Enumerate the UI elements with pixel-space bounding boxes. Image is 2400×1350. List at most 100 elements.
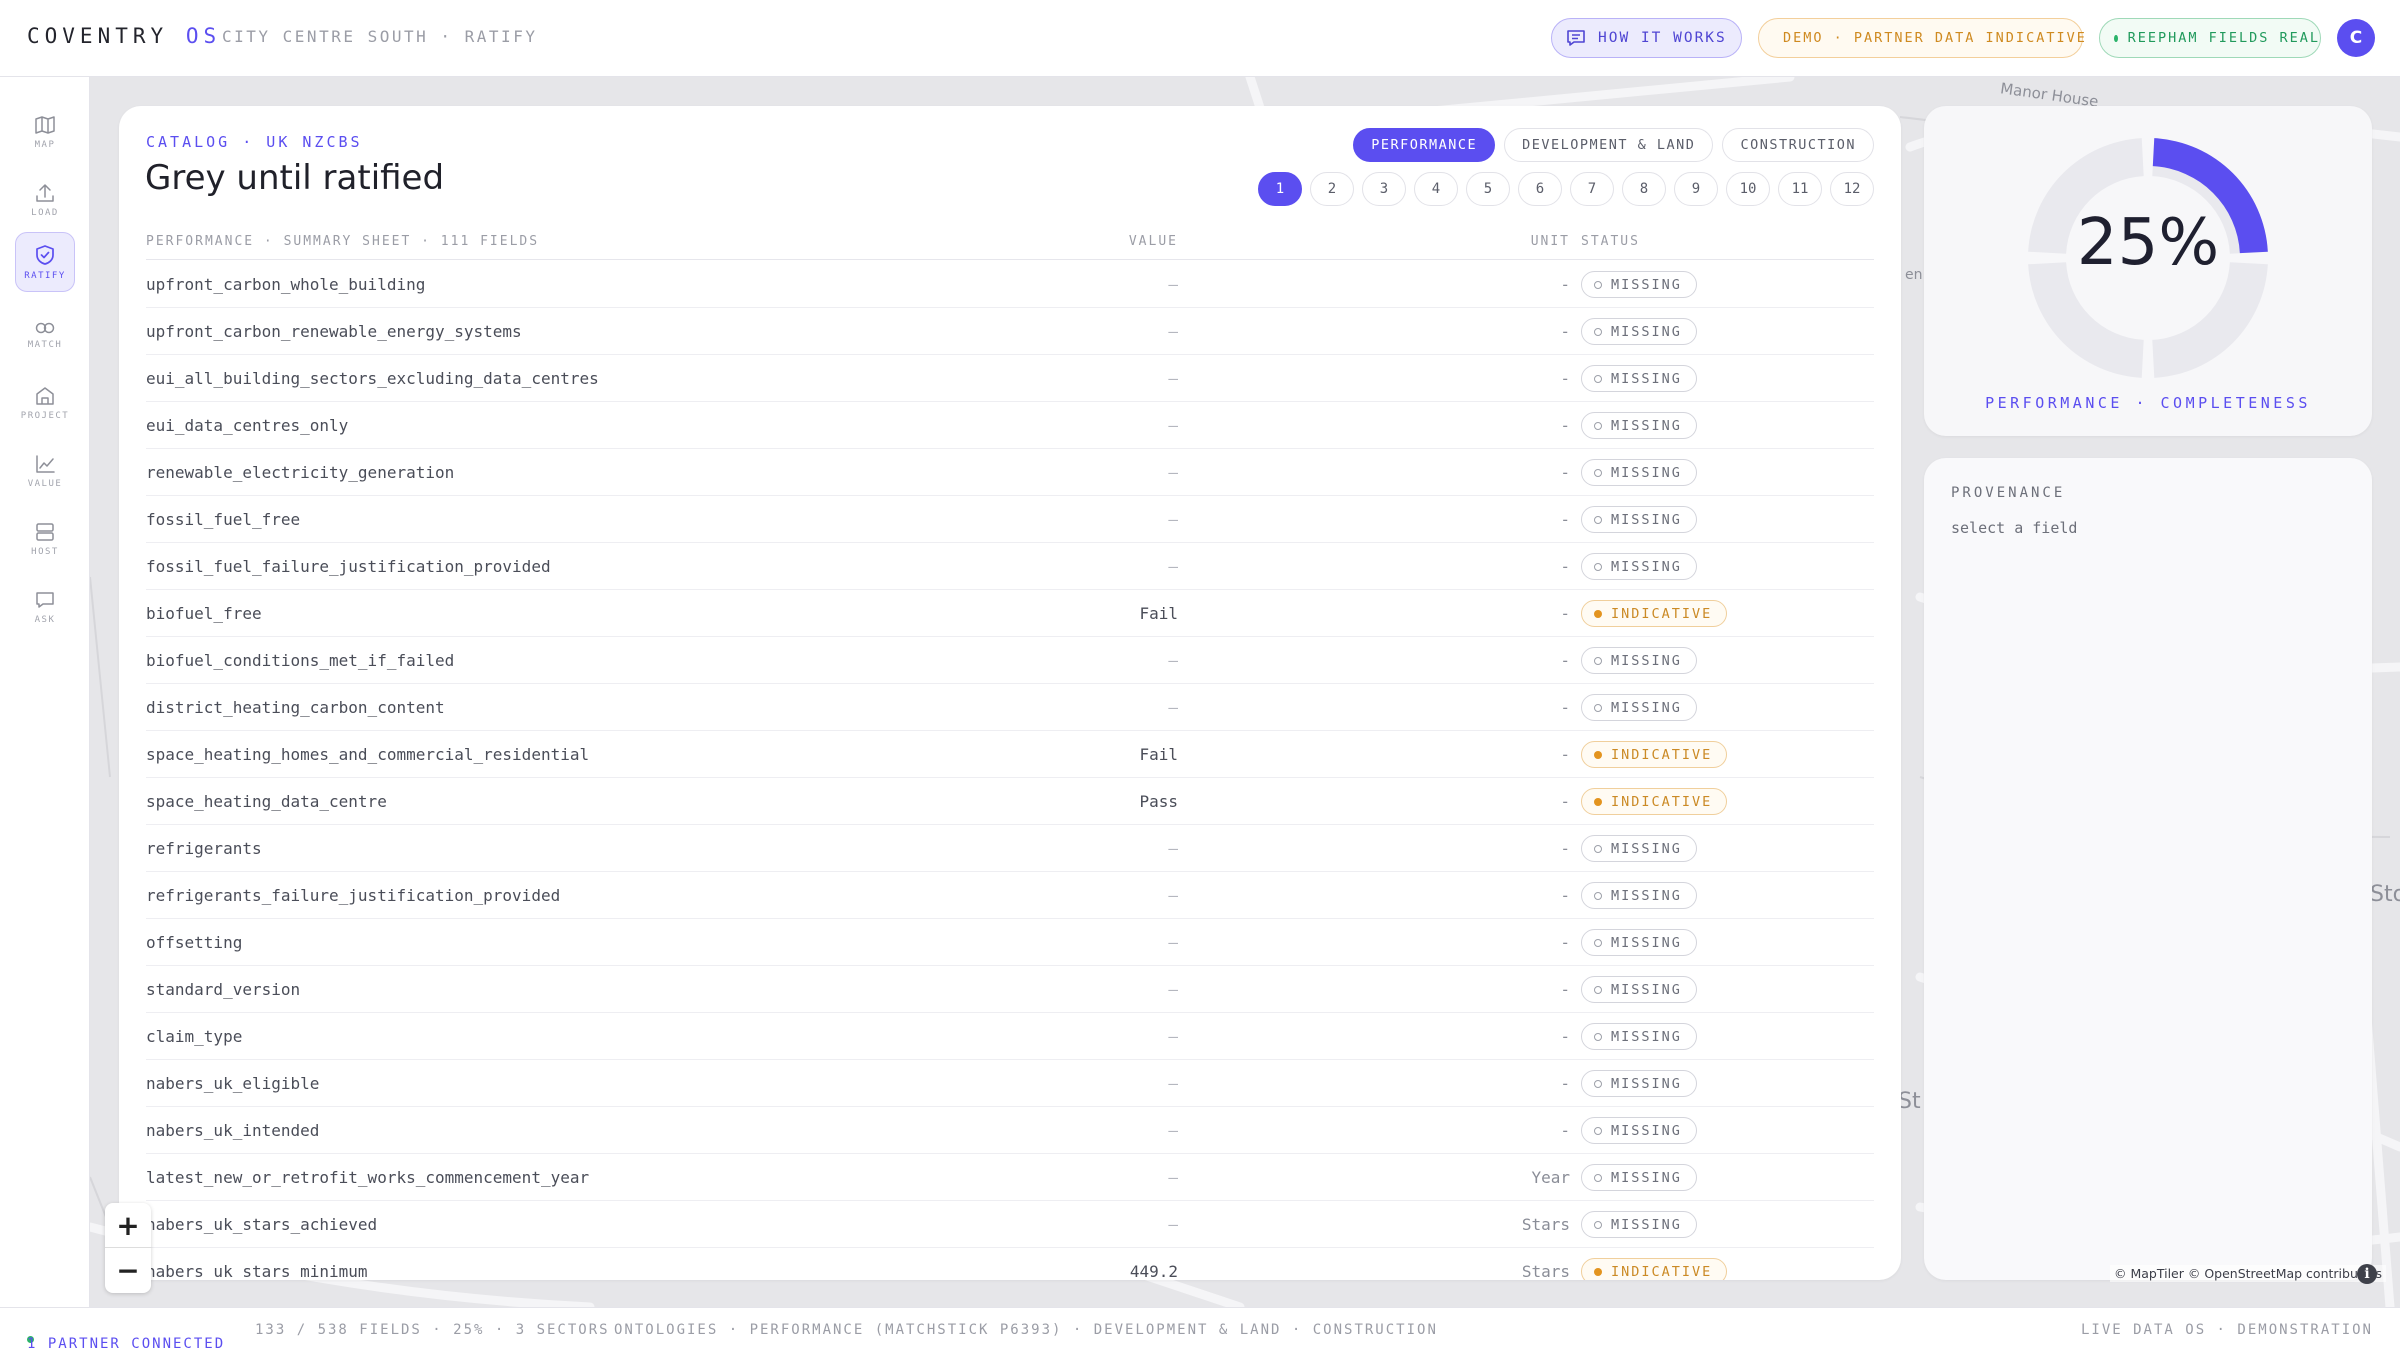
table-row[interactable]: upfront_carbon_renewable_energy_systems —… [146, 308, 1874, 355]
sidebar-item-ratify[interactable]: RATIFY [15, 232, 75, 292]
page-button[interactable]: 10 [1726, 172, 1770, 206]
empty-circle-icon [1594, 1220, 1602, 1229]
status-badge: MISSING [1581, 1211, 1697, 1238]
table-row[interactable]: space_heating_homes_and_commercial_resid… [146, 731, 1874, 778]
tab-development-land[interactable]: DEVELOPMENT & LAND [1504, 128, 1714, 162]
table-row[interactable]: eui_all_building_sectors_excluding_data_… [146, 355, 1874, 402]
table-row[interactable]: nabers_uk_stars_minimum 449.2 Stars INDICAT… [146, 1248, 1874, 1280]
table-row[interactable]: nabers_uk_stars_achieved — Stars MISSING [146, 1201, 1874, 1248]
table-row[interactable]: offsetting — - MISSING [146, 919, 1874, 966]
table-row[interactable]: claim_type — - MISSING [146, 1013, 1874, 1060]
table-row[interactable]: refrigerants — - MISSING [146, 825, 1874, 872]
field-name: eui_data_centres_only [146, 416, 349, 435]
zoom-out-button[interactable]: − [105, 1248, 151, 1293]
table-row[interactable]: fossil_fuel_failure_justification_provid… [146, 543, 1874, 590]
building-icon [36, 386, 54, 405]
status-badge: MISSING [1581, 835, 1697, 862]
table-row[interactable]: eui_data_centres_only — - MISSING [146, 402, 1874, 449]
table-row[interactable]: nabers_uk_intended — - MISSING [146, 1107, 1874, 1154]
field-value: — [1168, 1074, 1178, 1093]
field-name: nabers_uk_intended [146, 1121, 320, 1140]
catalog-card: CATALOG · UK NZCBS Grey until ratified P… [119, 106, 1901, 1280]
field-name: fossil_fuel_free [146, 510, 301, 529]
empty-circle-icon [1594, 656, 1602, 665]
page-button[interactable]: 11 [1778, 172, 1822, 206]
page-button[interactable]: 3 [1362, 172, 1406, 206]
status-badge: MISSING [1581, 412, 1697, 439]
field-stats: 133 / 538 FIELDS · 25% · 3 SECTORS [255, 1322, 610, 1338]
empty-circle-icon [1594, 562, 1602, 571]
sidebar-item-map[interactable]: MAP [15, 103, 75, 161]
sidebar-item-host[interactable]: HOST [15, 510, 75, 568]
table-row[interactable]: biofuel_free Fail - INDICATIVE [146, 590, 1874, 637]
field-unit: - [1560, 886, 1570, 905]
field-value: — [1168, 980, 1178, 999]
sidebar-item-value[interactable]: VALUE [15, 442, 75, 500]
page-button[interactable]: 12 [1830, 172, 1874, 206]
page-button[interactable]: 2 [1310, 172, 1354, 206]
page-button[interactable]: 6 [1518, 172, 1562, 206]
page-button[interactable]: 5 [1466, 172, 1510, 206]
empty-circle-icon [1594, 515, 1602, 524]
status-badge: MISSING [1581, 882, 1697, 909]
map-attribution[interactable]: © MapTiler © OpenStreetMap contributors [2110, 1265, 2387, 1282]
table-row[interactable]: biofuel_conditions_met_if_failed — - MISSIN… [146, 637, 1874, 684]
zoom-in-button[interactable]: + [105, 1203, 151, 1248]
user-avatar[interactable]: C [2337, 19, 2375, 57]
table-row[interactable]: renewable_electricity_generation — - MISSIN… [146, 449, 1874, 496]
page-button[interactable]: 1 [1258, 172, 1302, 206]
app-brand[interactable]: COVENTRY OS [27, 24, 221, 48]
sidebar-item-project[interactable]: PROJECT [15, 374, 75, 432]
table-header: PERFORMANCE · SUMMARY SHEET · 111 FIELDS… [146, 226, 1874, 260]
status-badge: INDICATIVE [1581, 788, 1728, 815]
page-button[interactable]: 8 [1622, 172, 1666, 206]
status-badge: INDICATIVE [1581, 1258, 1728, 1280]
field-unit: - [1560, 745, 1570, 764]
field-value: Fail [1139, 745, 1178, 764]
field-table: upfront_carbon_whole_building — - MISSING up… [146, 261, 1874, 1280]
table-row[interactable]: district_heating_carbon_content — - MISSING [146, 684, 1874, 731]
field-unit: - [1560, 698, 1570, 717]
field-unit: - [1560, 651, 1570, 670]
empty-circle-icon [1594, 938, 1602, 947]
field-name: nabers_uk_stars_minimum [146, 1262, 368, 1280]
field-value: Fail [1139, 604, 1178, 623]
sidebar-item-load[interactable]: LOAD [15, 171, 75, 229]
field-name: offsetting [146, 933, 243, 952]
table-row[interactable]: standard_version — - MISSING [146, 966, 1874, 1013]
map-label: Sto [2370, 882, 2400, 907]
sector-tabs: PERFORMANCE DEVELOPMENT & LAND CONSTRUCT… [1353, 128, 1874, 162]
sidebar-item-match[interactable]: MATCH [15, 306, 75, 364]
status-badge: MISSING [1581, 929, 1697, 956]
field-unit: Stars [1521, 1215, 1570, 1234]
empty-circle-icon [1594, 327, 1602, 336]
how-it-works-button[interactable]: HOW IT WORKS [1551, 18, 1742, 58]
completeness-percent: 25% [2076, 206, 2220, 280]
field-value: — [1168, 839, 1178, 858]
status-badge: MISSING [1581, 1117, 1697, 1144]
field-value: — [1168, 557, 1178, 576]
server-icon [36, 522, 54, 541]
sidebar-item-ask[interactable]: ASK [15, 578, 75, 636]
table-row[interactable]: refrigerants_failure_justification_provi… [146, 872, 1874, 919]
field-value: — [1168, 1121, 1178, 1140]
empty-circle-icon [1594, 1032, 1602, 1041]
table-row[interactable]: latest_new_or_retrofit_works_commencemen… [146, 1154, 1874, 1201]
field-unit: - [1560, 839, 1570, 858]
real-data-badge: REEPHAM FIELDS REAL [2099, 18, 2321, 58]
shield-check-icon [36, 244, 54, 265]
status-badge: MISSING [1581, 318, 1697, 345]
field-value: — [1168, 275, 1178, 294]
field-unit: - [1560, 792, 1570, 811]
tab-construction[interactable]: CONSTRUCTION [1722, 128, 1874, 162]
table-row[interactable]: nabers_uk_eligible — - MISSING [146, 1060, 1874, 1107]
table-row[interactable]: fossil_fuel_free — - MISSING [146, 496, 1874, 543]
tab-performance[interactable]: PERFORMANCE [1353, 128, 1496, 162]
page-button[interactable]: 7 [1570, 172, 1614, 206]
info-icon[interactable]: i [2357, 1264, 2377, 1284]
filled-dot-icon [1594, 609, 1602, 618]
page-button[interactable]: 9 [1674, 172, 1718, 206]
table-row[interactable]: upfront_carbon_whole_building — - MISSING [146, 261, 1874, 308]
table-row[interactable]: space_heating_data_centre Pass - INDICATIVE [146, 778, 1874, 825]
page-button[interactable]: 4 [1414, 172, 1458, 206]
